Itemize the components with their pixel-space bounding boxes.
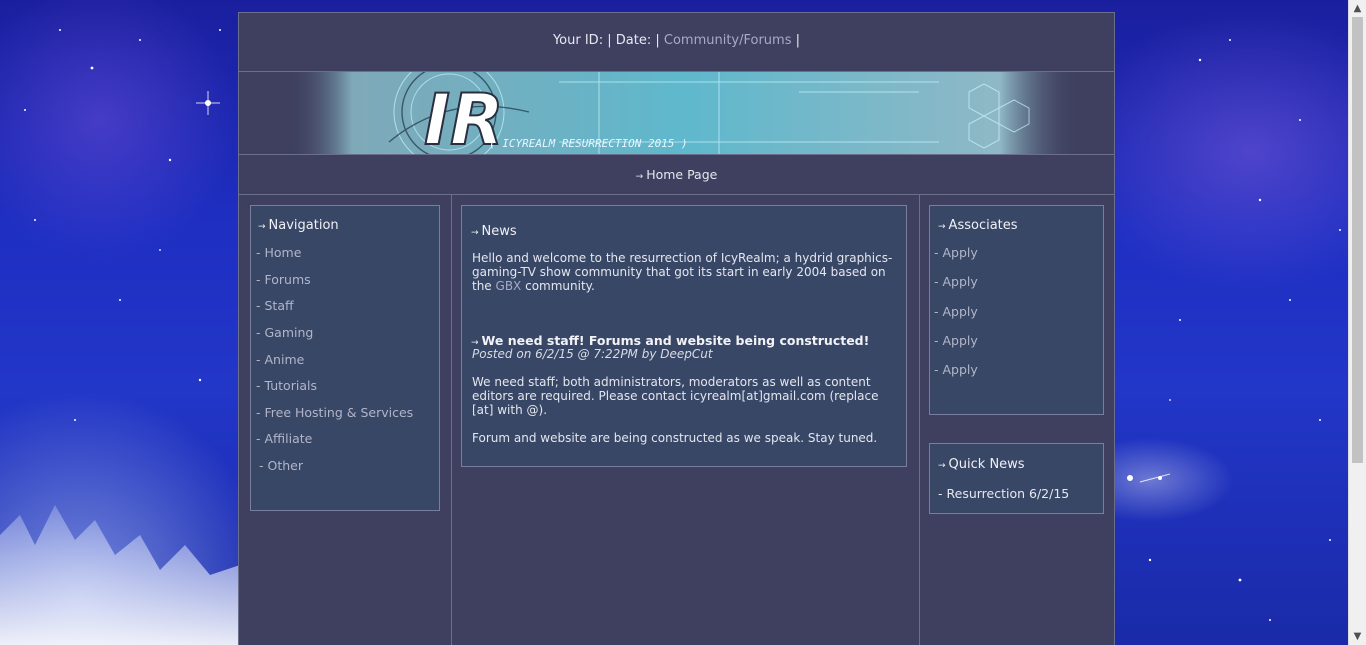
gbx-link[interactable]: GBX (496, 279, 522, 293)
quick-news-item-label: Resurrection 6/2/15 (946, 486, 1070, 501)
associate-label: Apply (942, 333, 978, 348)
nav-item-gaming[interactable]: - Gaming (256, 325, 313, 340)
home-page-bar: → Home Page (239, 155, 1114, 195)
your-id-label: Your ID: (552, 33, 604, 48)
navigation-title-text: Navigation (268, 218, 339, 233)
news-box: → News Hello and welcome to the resurrect… (461, 205, 907, 467)
dash: - (256, 245, 261, 260)
separator: | (655, 33, 660, 48)
nav-item-free-hosting[interactable]: - Free Hosting & Services (256, 405, 413, 420)
nav-item-affiliate[interactable]: - Affiliate (256, 431, 312, 446)
news-title-text: News (481, 224, 517, 239)
nav-item-label: Affiliate (264, 431, 313, 446)
nav-item-label: Tutorials (264, 378, 317, 393)
associates-title-text: Associates (948, 218, 1018, 233)
banner-tagline: ( ICYREALM RESURRECTION 2015 ) (489, 137, 688, 150)
dash: - (256, 378, 261, 393)
community-forums-link[interactable]: Community/Forums (664, 33, 792, 48)
nav-item-label: Free Hosting & Services (264, 405, 414, 420)
nav-item-home[interactable]: - Home (256, 245, 301, 260)
associate-apply-link[interactable]: - Apply (934, 362, 978, 377)
dash: - (934, 333, 939, 348)
navigation-box: → Navigation - Home - Forums - Staff - Ga… (250, 205, 440, 511)
nav-item-tutorials[interactable]: - Tutorials (256, 378, 317, 393)
scroll-up-icon[interactable]: ▲ (1349, 0, 1366, 17)
associate-label: Apply (942, 304, 978, 319)
dash: - (256, 298, 261, 313)
news-title: → News (471, 224, 517, 239)
site-banner: IR ( ICYREALM RESURRECTION 2015 ) (239, 72, 1114, 155)
banner-graphic: IR ( ICYREALM RESURRECTION 2015 ) (289, 72, 1079, 154)
scroll-down-icon[interactable]: ▼ (1349, 628, 1366, 645)
nav-item-label: Gaming (264, 325, 314, 340)
news-intro-text: community. (521, 279, 595, 293)
dash: - (934, 362, 939, 377)
nav-item-label: Forums (264, 272, 311, 287)
news-paragraph-2: Forum and website are being constructed … (472, 431, 878, 445)
news-paragraph-1: We need staff; both administrators, mode… (472, 375, 879, 417)
nav-item-label: Anime (264, 352, 305, 367)
separator: | (607, 33, 612, 48)
quick-news-title-text: Quick News (948, 457, 1025, 472)
separator: | (795, 33, 801, 48)
arrow-right-icon: → (258, 222, 266, 232)
dash: - (256, 272, 261, 287)
dash: - (256, 325, 261, 340)
dash: - (934, 274, 939, 289)
page-container: Your ID: | Date: | Community/Forums | IR… (238, 12, 1115, 645)
frosted-trees-illustration (0, 505, 240, 645)
nav-item-anime[interactable]: - Anime (256, 352, 304, 367)
associates-title: → Associates (938, 218, 1018, 233)
associate-label: Apply (942, 274, 978, 289)
user-info-bar: Your ID: | Date: | Community/Forums | (239, 13, 1114, 72)
nav-item-label: Staff (264, 298, 294, 313)
associate-apply-link[interactable]: - Apply (934, 304, 978, 319)
news-intro: Hello and welcome to the resurrection of… (472, 251, 897, 293)
date-label: Date: (615, 33, 652, 48)
column-divider (451, 194, 452, 645)
dash: - (256, 405, 261, 420)
associate-apply-link[interactable]: - Apply (934, 274, 978, 289)
dash: - (934, 245, 939, 260)
arrow-right-icon: → (635, 172, 644, 182)
associates-box: → Associates - Apply - Apply - Apply - Ap… (929, 205, 1104, 415)
news-post-meta: Posted on 6/2/15 @ 7:22PM by DeepCut (472, 347, 713, 361)
news-headline: → We need staff! Forums and website being… (471, 333, 901, 348)
dash: - (934, 304, 939, 319)
associate-apply-link[interactable]: - Apply (934, 333, 978, 348)
dash: - (938, 486, 943, 501)
arrow-right-icon: → (938, 461, 946, 471)
dash: - (256, 431, 261, 446)
quick-news-title: → Quick News (938, 457, 1025, 472)
news-headline-text: We need staff! Forums and website being … (481, 333, 870, 348)
navigation-title: → Navigation (258, 218, 339, 233)
home-page-link[interactable]: Home Page (646, 167, 717, 182)
dash: - (256, 352, 261, 367)
content-columns: → Navigation - Home - Forums - Staff - Ga… (239, 194, 1114, 645)
scrollbar-thumb[interactable] (1352, 17, 1363, 463)
column-divider (919, 194, 920, 645)
quick-news-item[interactable]: - Resurrection 6/2/15 (938, 486, 1069, 501)
nav-item-label: Other (267, 458, 304, 473)
arrow-right-icon: → (938, 222, 946, 232)
arrow-right-icon: → (471, 228, 479, 238)
associate-label: Apply (942, 245, 978, 260)
associate-label: Apply (942, 362, 978, 377)
vertical-scrollbar[interactable]: ▲ ▼ (1348, 0, 1366, 645)
quick-news-box: → Quick News - Resurrection 6/2/15 (929, 443, 1104, 514)
dash: - (259, 458, 264, 473)
associate-apply-link[interactable]: - Apply (934, 245, 978, 260)
nav-item-forums[interactable]: - Forums (256, 272, 311, 287)
nav-item-other[interactable]: - Other (259, 458, 303, 473)
nav-item-label: Home (264, 245, 302, 260)
nav-item-staff[interactable]: - Staff (256, 298, 294, 313)
